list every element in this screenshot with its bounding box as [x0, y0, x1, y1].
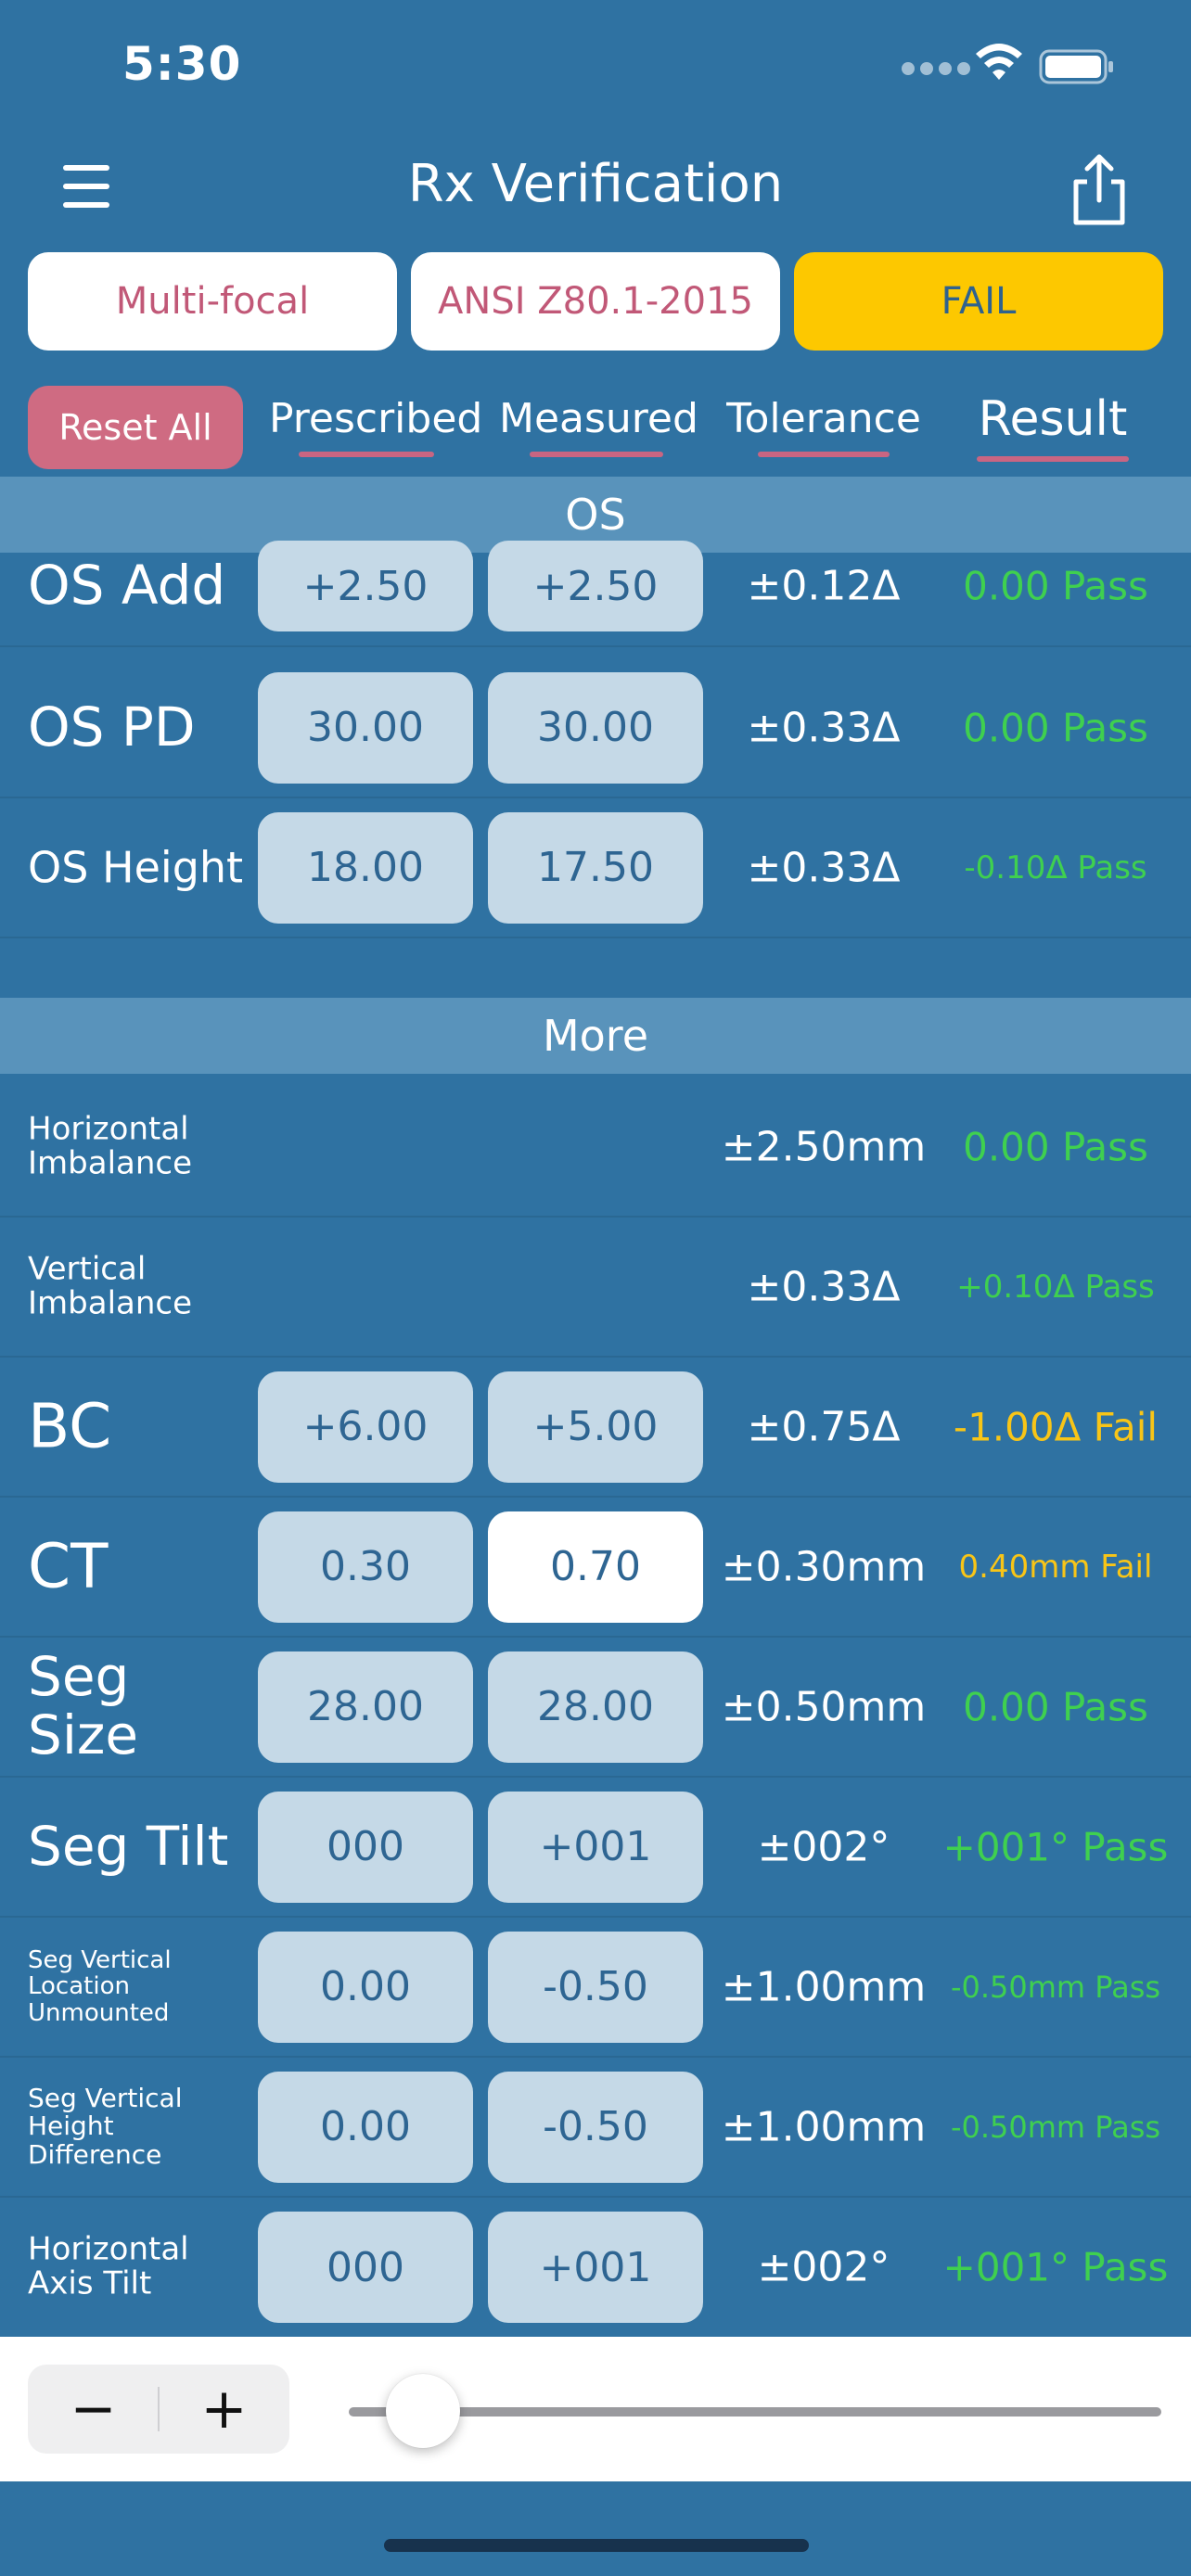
cellular-signal-icon: [902, 61, 980, 80]
prescribed-field[interactable]: 18.00: [258, 811, 473, 924]
result-value: +001° Pass: [942, 1824, 1169, 1869]
row-label: Seg Vertical Location Unmounted: [28, 1945, 172, 2027]
tolerance-value: ±0.12Δ: [747, 562, 901, 610]
prescribed-field[interactable]: 000: [258, 2212, 473, 2323]
reset-all-button[interactable]: Reset All: [28, 386, 243, 469]
tolerance-value: ±2.50mm: [721, 1123, 927, 1170]
table-row: Horizontal Imbalance ±2.50mm 0.00 Pass: [0, 1078, 1191, 1218]
tolerance-value: ±0.33Δ: [747, 844, 901, 891]
result-value: -0.50mm Pass: [950, 1969, 1161, 2005]
table-row: Seg Vertical Location Unmounted 0.00 -0.…: [0, 1918, 1191, 2058]
row-label: Horizontal Axis Tilt: [28, 2230, 189, 2302]
result-value: +001° Pass: [942, 2244, 1169, 2290]
page-title: Rx Verification: [407, 154, 784, 214]
slider-track[interactable]: [349, 2407, 1161, 2417]
prescribed-field[interactable]: +6.00: [258, 1371, 473, 1483]
table-row: OS Add +2.50 +2.50 ±0.12Δ 0.00 Pass: [0, 517, 1191, 647]
result-value: 0.00 Pass: [963, 1124, 1148, 1169]
overall-result-badge[interactable]: FAIL: [794, 252, 1163, 351]
prescribed-field[interactable]: 0.00: [258, 2071, 473, 2183]
column-header-tolerance[interactable]: Tolerance: [726, 395, 921, 457]
wifi-icon: [976, 44, 1022, 80]
increment-button[interactable]: +: [159, 2365, 289, 2454]
result-value: 0.40mm Fail: [958, 1548, 1153, 1586]
row-label: Vertical Imbalance: [28, 1250, 193, 1322]
status-time: 5:30: [122, 37, 242, 91]
row-label: Seg Tilt: [28, 1814, 229, 1878]
measured-field[interactable]: 17.50: [488, 811, 703, 924]
tolerance-value: ±0.30mm: [721, 1543, 927, 1590]
row-label: OS Add: [28, 554, 226, 618]
table-row: Seg Tilt 000 +001 ±002° +001° Pass: [0, 1778, 1191, 1918]
table-row: CT 0.30 0.70 ±0.30mm 0.40mm Fail: [0, 1498, 1191, 1638]
tolerance-value: ±1.00mm: [721, 2103, 927, 2150]
measured-field[interactable]: 30.00: [488, 671, 703, 784]
status-bar: 5:30: [0, 0, 1191, 130]
table-row: BC +6.00 +5.00 ±0.75Δ -1.00Δ Fail: [0, 1358, 1191, 1498]
lens-type-selector[interactable]: Multi-focal: [28, 252, 397, 351]
font-size-stepper: − +: [28, 2365, 289, 2454]
table-row: Seg Vertical Height Difference 0.00 -0.5…: [0, 2058, 1191, 2198]
prescribed-field[interactable]: 0.00: [258, 1931, 473, 2043]
bottom-toolbar: − +: [0, 2337, 1191, 2481]
table-row: OS Height 18.00 17.50 ±0.33Δ -0.10Δ Pass: [0, 798, 1191, 938]
tolerance-value: ±1.00mm: [721, 1963, 927, 2010]
column-header-label: Result: [978, 391, 1128, 447]
measured-field[interactable]: +001: [488, 2212, 703, 2323]
prescribed-field[interactable]: 30.00: [258, 671, 473, 784]
battery-icon: [1039, 49, 1113, 84]
measured-field[interactable]: +5.00: [488, 1371, 703, 1483]
prescribed-field[interactable]: +2.50: [258, 541, 473, 631]
measured-field[interactable]: +2.50: [488, 541, 703, 631]
table-row: Horizontal Axis Tilt 000 +001 ±002° +001…: [0, 2198, 1191, 2337]
column-header-prescribed[interactable]: Prescribed: [269, 395, 482, 457]
row-label: Seg Vertical Height Difference: [28, 2082, 183, 2170]
table-row: Vertical Imbalance ±0.33Δ +0.10Δ Pass: [0, 1218, 1191, 1358]
tolerance-value: ±0.75Δ: [747, 1403, 901, 1450]
result-value: 0.00 Pass: [963, 705, 1148, 750]
measured-field[interactable]: +001: [488, 1791, 703, 1903]
slider-thumb[interactable]: [385, 2374, 460, 2448]
tolerance-value: ±002°: [757, 2243, 890, 2291]
column-header-result[interactable]: Result: [960, 391, 1146, 462]
home-indicator: [384, 2539, 809, 2552]
row-label: BC: [28, 1390, 112, 1462]
measured-field[interactable]: -0.50: [488, 1931, 703, 2043]
row-label: Seg Size: [28, 1644, 139, 1767]
result-value: -1.00Δ Fail: [953, 1404, 1159, 1449]
tolerance-value: ±002°: [757, 1823, 890, 1870]
tolerance-value: ±0.50mm: [721, 1683, 927, 1730]
row-label: Horizontal Imbalance: [28, 1110, 193, 1182]
row-label: OS PD: [28, 695, 196, 759]
tolerance-value: ±0.33Δ: [747, 1263, 901, 1310]
measured-field[interactable]: 0.70: [488, 1511, 703, 1623]
table-row: OS PD 30.00 30.00 ±0.33Δ 0.00 Pass: [0, 658, 1191, 798]
column-header-measured[interactable]: Measured: [499, 395, 698, 457]
measured-field[interactable]: -0.50: [488, 2071, 703, 2183]
prescribed-field[interactable]: 000: [258, 1791, 473, 1903]
table-row: Seg Size 28.00 28.00 ±0.50mm 0.00 Pass: [0, 1638, 1191, 1778]
share-icon[interactable]: [1067, 154, 1132, 228]
prescribed-field[interactable]: 0.30: [258, 1511, 473, 1623]
column-header-label: Prescribed: [269, 395, 483, 442]
result-value: -0.50mm Pass: [950, 2109, 1161, 2145]
result-value: 0.00 Pass: [963, 1684, 1148, 1729]
row-label: OS Height: [28, 842, 244, 893]
result-value: +0.10Δ Pass: [956, 1268, 1155, 1306]
row-label: CT: [28, 1530, 109, 1602]
standard-selector[interactable]: ANSI Z80.1-2015: [411, 252, 780, 351]
tolerance-value: ±0.33Δ: [747, 704, 901, 751]
result-value: -0.10Δ Pass: [964, 848, 1147, 886]
decrement-button[interactable]: −: [28, 2365, 159, 2454]
measured-field[interactable]: 28.00: [488, 1651, 703, 1763]
result-value: 0.00 Pass: [963, 563, 1148, 609]
column-header-label: Measured: [499, 395, 698, 442]
column-header-label: Tolerance: [726, 395, 921, 442]
prescribed-field[interactable]: 28.00: [258, 1651, 473, 1763]
section-header-more: More: [0, 998, 1191, 1074]
